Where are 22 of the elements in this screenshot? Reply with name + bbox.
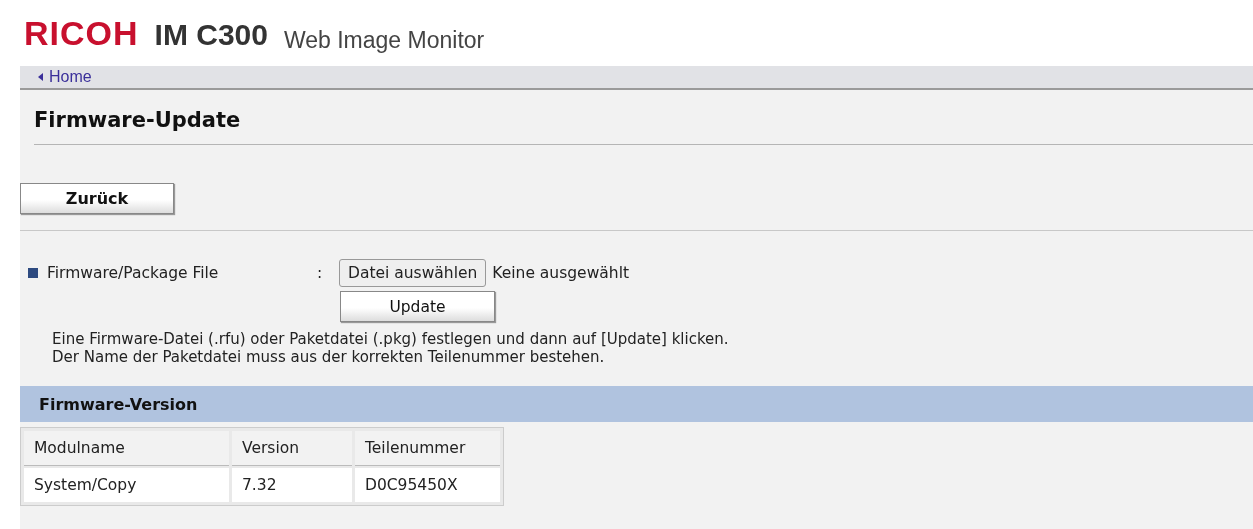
back-button[interactable]: Zurück [20,183,174,214]
instruction-text: Der Name der Paketdatei muss aus der korrekten Teilenummer bestehen. [52,348,606,366]
page-title: Firmware-Update [34,90,1253,145]
separator: : [317,264,324,282]
file-status: Keine ausgewählt [492,264,630,282]
table-cell: 7.32 [232,468,352,502]
column-header: Modulname [24,431,229,465]
column-header: Version [232,431,352,465]
instruction-text: Eine Firmware-Datei (.rfu) oder Paketdatei (.pkg) festlegen und dann auf [Update] klicken. [52,330,730,348]
field-label: Firmware/Package File [47,264,220,282]
choose-file-button[interactable]: Datei auswählen [339,259,487,287]
table-cell: System/Copy [24,468,229,502]
home-link[interactable]: Home [49,68,92,86]
brand-logo: RICOH [24,16,139,50]
section-title: Firmware-Version [39,394,198,414]
bullet-icon [28,268,38,278]
update-button[interactable]: Update [340,291,495,322]
caret-icon [38,73,43,81]
product-name: Web Image Monitor [283,29,485,52]
model-name: IM C300 [154,20,268,50]
table-cell: D0C95450X [355,468,500,502]
column-header: Teilenummer [355,431,500,465]
